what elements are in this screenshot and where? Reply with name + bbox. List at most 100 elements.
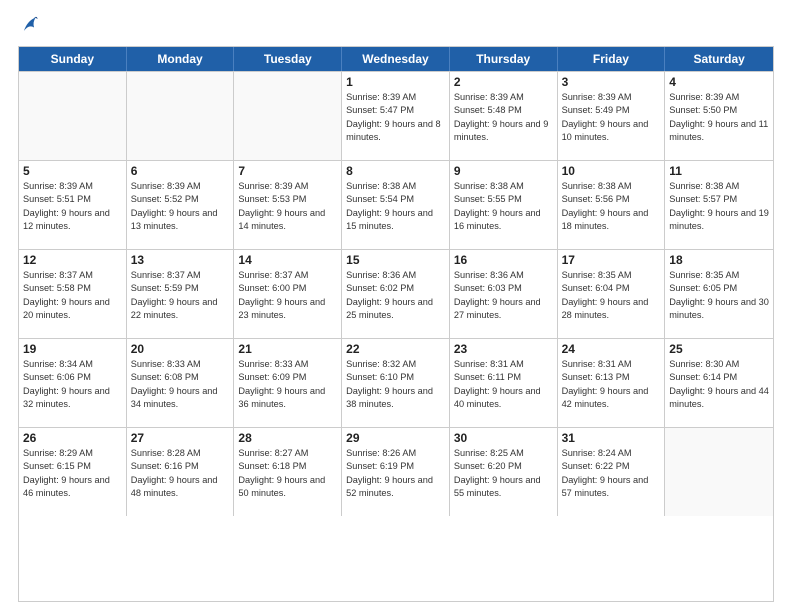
day-number: 20 <box>131 342 230 356</box>
day-number: 26 <box>23 431 122 445</box>
day-number: 9 <box>454 164 553 178</box>
calendar-empty-cell <box>19 72 127 160</box>
day-info: Sunrise: 8:39 AM Sunset: 5:52 PM Dayligh… <box>131 180 230 233</box>
calendar-day-7: 7 Sunrise: 8:39 AM Sunset: 5:53 PM Daylig… <box>234 161 342 249</box>
calendar-week: 19 Sunrise: 8:34 AM Sunset: 6:06 PM Dayli… <box>19 338 773 427</box>
calendar-week: 1 Sunrise: 8:39 AM Sunset: 5:47 PM Daylig… <box>19 71 773 160</box>
day-info: Sunrise: 8:34 AM Sunset: 6:06 PM Dayligh… <box>23 358 122 411</box>
weekday-header: Wednesday <box>342 47 450 71</box>
calendar-day-22: 22Sunrise: 8:32 AM Sunset: 6:10 PM Dayli… <box>342 339 450 427</box>
day-info: Sunrise: 8:27 AM Sunset: 6:18 PM Dayligh… <box>238 447 337 500</box>
day-info: Sunrise: 8:39 AM Sunset: 5:51 PM Dayligh… <box>23 180 122 233</box>
calendar-day-24: 24 Sunrise: 8:31 AM Sunset: 6:13 PM Dayli… <box>558 339 666 427</box>
day-number: 10 <box>562 164 661 178</box>
calendar-day-8: 8 Sunrise: 8:38 AM Sunset: 5:54 PM Daylig… <box>342 161 450 249</box>
logo-bird-icon <box>20 14 38 36</box>
calendar-day-18: 18Sunrise: 8:35 AM Sunset: 6:05 PM Dayli… <box>665 250 773 338</box>
day-number: 3 <box>562 75 661 89</box>
day-info: Sunrise: 8:33 AM Sunset: 6:08 PM Dayligh… <box>131 358 230 411</box>
weekday-header: Thursday <box>450 47 558 71</box>
day-info: Sunrise: 8:39 AM Sunset: 5:47 PM Dayligh… <box>346 91 445 144</box>
header <box>18 16 774 36</box>
day-info: Sunrise: 8:39 AM Sunset: 5:50 PM Dayligh… <box>669 91 769 144</box>
day-info: Sunrise: 8:29 AM Sunset: 6:15 PM Dayligh… <box>23 447 122 500</box>
day-info: Sunrise: 8:36 AM Sunset: 6:02 PM Dayligh… <box>346 269 445 322</box>
calendar-day-6: 6 Sunrise: 8:39 AM Sunset: 5:52 PM Daylig… <box>127 161 235 249</box>
weekday-header: Friday <box>558 47 666 71</box>
day-info: Sunrise: 8:38 AM Sunset: 5:56 PM Dayligh… <box>562 180 661 233</box>
day-info: Sunrise: 8:38 AM Sunset: 5:54 PM Dayligh… <box>346 180 445 233</box>
day-info: Sunrise: 8:35 AM Sunset: 6:05 PM Dayligh… <box>669 269 769 322</box>
calendar-day-1: 1 Sunrise: 8:39 AM Sunset: 5:47 PM Daylig… <box>342 72 450 160</box>
calendar-day-3: 3 Sunrise: 8:39 AM Sunset: 5:49 PM Daylig… <box>558 72 666 160</box>
calendar-header: SundayMondayTuesdayWednesdayThursdayFrid… <box>19 47 773 71</box>
day-info: Sunrise: 8:31 AM Sunset: 6:13 PM Dayligh… <box>562 358 661 411</box>
day-number: 7 <box>238 164 337 178</box>
calendar-day-17: 17 Sunrise: 8:35 AM Sunset: 6:04 PM Dayli… <box>558 250 666 338</box>
day-info: Sunrise: 8:37 AM Sunset: 5:59 PM Dayligh… <box>131 269 230 322</box>
calendar-day-30: 30Sunrise: 8:25 AM Sunset: 6:20 PM Dayli… <box>450 428 558 516</box>
day-number: 28 <box>238 431 337 445</box>
calendar-day-29: 29Sunrise: 8:26 AM Sunset: 6:19 PM Dayli… <box>342 428 450 516</box>
day-number: 15 <box>346 253 445 267</box>
day-number: 24 <box>562 342 661 356</box>
calendar-day-28: 28 Sunrise: 8:27 AM Sunset: 6:18 PM Dayli… <box>234 428 342 516</box>
day-number: 4 <box>669 75 769 89</box>
day-info: Sunrise: 8:39 AM Sunset: 5:53 PM Dayligh… <box>238 180 337 233</box>
calendar-day-31: 31 Sunrise: 8:24 AM Sunset: 6:22 PM Dayli… <box>558 428 666 516</box>
day-info: Sunrise: 8:35 AM Sunset: 6:04 PM Dayligh… <box>562 269 661 322</box>
calendar-day-25: 25 Sunrise: 8:30 AM Sunset: 6:14 PM Dayli… <box>665 339 773 427</box>
day-number: 8 <box>346 164 445 178</box>
calendar-week: 12Sunrise: 8:37 AM Sunset: 5:58 PM Dayli… <box>19 249 773 338</box>
calendar-day-20: 20 Sunrise: 8:33 AM Sunset: 6:08 PM Dayli… <box>127 339 235 427</box>
day-number: 16 <box>454 253 553 267</box>
calendar-empty-cell <box>127 72 235 160</box>
day-number: 1 <box>346 75 445 89</box>
calendar-day-5: 5 Sunrise: 8:39 AM Sunset: 5:51 PM Daylig… <box>19 161 127 249</box>
day-info: Sunrise: 8:31 AM Sunset: 6:11 PM Dayligh… <box>454 358 553 411</box>
day-info: Sunrise: 8:24 AM Sunset: 6:22 PM Dayligh… <box>562 447 661 500</box>
calendar-day-15: 15 Sunrise: 8:36 AM Sunset: 6:02 PM Dayli… <box>342 250 450 338</box>
calendar-day-14: 14 Sunrise: 8:37 AM Sunset: 6:00 PM Dayli… <box>234 250 342 338</box>
day-info: Sunrise: 8:37 AM Sunset: 6:00 PM Dayligh… <box>238 269 337 322</box>
day-number: 25 <box>669 342 769 356</box>
calendar-day-23: 23 Sunrise: 8:31 AM Sunset: 6:11 PM Dayli… <box>450 339 558 427</box>
day-info: Sunrise: 8:30 AM Sunset: 6:14 PM Dayligh… <box>669 358 769 411</box>
day-number: 12 <box>23 253 122 267</box>
day-info: Sunrise: 8:33 AM Sunset: 6:09 PM Dayligh… <box>238 358 337 411</box>
weekday-header: Saturday <box>665 47 773 71</box>
weekday-header: Sunday <box>19 47 127 71</box>
day-number: 31 <box>562 431 661 445</box>
day-number: 19 <box>23 342 122 356</box>
day-number: 2 <box>454 75 553 89</box>
calendar-day-12: 12Sunrise: 8:37 AM Sunset: 5:58 PM Dayli… <box>19 250 127 338</box>
calendar-day-13: 13 Sunrise: 8:37 AM Sunset: 5:59 PM Dayli… <box>127 250 235 338</box>
day-number: 14 <box>238 253 337 267</box>
day-info: Sunrise: 8:39 AM Sunset: 5:48 PM Dayligh… <box>454 91 553 144</box>
calendar-empty-cell <box>665 428 773 516</box>
calendar-day-21: 21 Sunrise: 8:33 AM Sunset: 6:09 PM Dayli… <box>234 339 342 427</box>
calendar-day-4: 4 Sunrise: 8:39 AM Sunset: 5:50 PM Daylig… <box>665 72 773 160</box>
day-number: 13 <box>131 253 230 267</box>
calendar-day-11: 11Sunrise: 8:38 AM Sunset: 5:57 PM Dayli… <box>665 161 773 249</box>
day-number: 27 <box>131 431 230 445</box>
day-number: 6 <box>131 164 230 178</box>
weekday-header: Tuesday <box>234 47 342 71</box>
calendar-day-27: 27Sunrise: 8:28 AM Sunset: 6:16 PM Dayli… <box>127 428 235 516</box>
day-number: 11 <box>669 164 769 178</box>
calendar-day-19: 19 Sunrise: 8:34 AM Sunset: 6:06 PM Dayli… <box>19 339 127 427</box>
calendar-day-26: 26 Sunrise: 8:29 AM Sunset: 6:15 PM Dayli… <box>19 428 127 516</box>
day-number: 21 <box>238 342 337 356</box>
day-info: Sunrise: 8:36 AM Sunset: 6:03 PM Dayligh… <box>454 269 553 322</box>
calendar-day-2: 2 Sunrise: 8:39 AM Sunset: 5:48 PM Daylig… <box>450 72 558 160</box>
day-info: Sunrise: 8:39 AM Sunset: 5:49 PM Dayligh… <box>562 91 661 144</box>
calendar-day-16: 16 Sunrise: 8:36 AM Sunset: 6:03 PM Dayli… <box>450 250 558 338</box>
calendar: SundayMondayTuesdayWednesdayThursdayFrid… <box>18 46 774 602</box>
calendar-week: 26 Sunrise: 8:29 AM Sunset: 6:15 PM Dayli… <box>19 427 773 516</box>
calendar-week: 5 Sunrise: 8:39 AM Sunset: 5:51 PM Daylig… <box>19 160 773 249</box>
day-info: Sunrise: 8:25 AM Sunset: 6:20 PM Dayligh… <box>454 447 553 500</box>
day-number: 5 <box>23 164 122 178</box>
day-number: 23 <box>454 342 553 356</box>
day-number: 29 <box>346 431 445 445</box>
day-number: 17 <box>562 253 661 267</box>
